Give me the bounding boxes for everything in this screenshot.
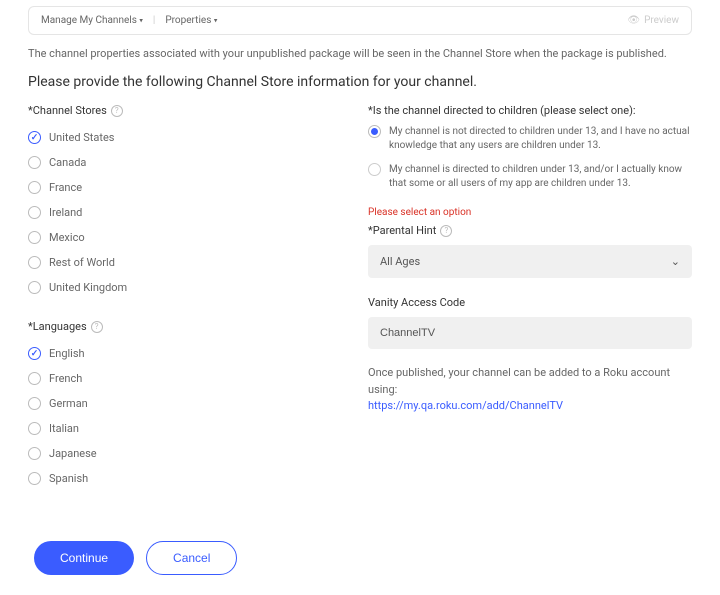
cancel-button[interactable]: Cancel	[146, 541, 237, 575]
help-icon[interactable]: ?	[91, 321, 103, 333]
option-label: Ireland	[49, 206, 82, 219]
language-option[interactable]: Japanese	[28, 441, 328, 466]
children-question-label: *Is the channel directed to children (pl…	[368, 104, 692, 117]
channel-stores-list: United States Canada France Ireland Mexico Re…	[28, 125, 328, 300]
language-option[interactable]: Spanish	[28, 466, 328, 491]
checkbox-icon	[28, 206, 41, 219]
checkbox-icon	[28, 181, 41, 194]
vanity-code-input[interactable]	[368, 317, 692, 349]
parental-hint-select[interactable]: All Ages ⌄	[368, 245, 692, 278]
option-label: English	[49, 347, 85, 360]
option-label: Spanish	[49, 472, 88, 485]
publish-help-text: Once published, your channel can be adde…	[368, 365, 692, 415]
vanity-code-label: Vanity Access Code	[368, 296, 692, 309]
option-description: My channel is directed to children under…	[389, 163, 692, 191]
option-label: Canada	[49, 156, 86, 169]
radio-icon	[368, 163, 381, 176]
store-option[interactable]: United Kingdom	[28, 275, 328, 300]
page-heading: Please provide the following Channel Sto…	[28, 74, 692, 90]
language-option[interactable]: French	[28, 366, 328, 391]
option-label: German	[49, 397, 88, 410]
children-options: My channel is not directed to children u…	[368, 125, 692, 191]
chevron-down-icon: ⌄	[671, 255, 680, 268]
continue-button[interactable]: Continue	[34, 541, 134, 575]
checkbox-icon	[28, 347, 41, 360]
checkbox-icon	[28, 397, 41, 410]
publish-url-link[interactable]: https://my.qa.roku.com/add/ChannelTV	[368, 399, 563, 412]
language-option[interactable]: Italian	[28, 416, 328, 441]
intro-text: The channel properties associated with y…	[28, 47, 692, 60]
language-option[interactable]: English	[28, 341, 328, 366]
checkbox-icon	[28, 156, 41, 169]
checkbox-icon	[28, 131, 41, 144]
checkbox-icon	[28, 447, 41, 460]
option-label: United States	[49, 131, 114, 144]
channel-stores-label: *Channel Stores ?	[28, 104, 328, 117]
breadcrumb: Manage My Channels ▾ | Properties ▾ 👁 Pr…	[28, 6, 692, 35]
store-option[interactable]: France	[28, 175, 328, 200]
store-option[interactable]: United States	[28, 125, 328, 150]
option-label: Italian	[49, 422, 79, 435]
checkbox-icon	[28, 472, 41, 485]
language-option[interactable]: German	[28, 391, 328, 416]
help-icon[interactable]: ?	[440, 225, 452, 237]
store-option[interactable]: Rest of World	[28, 250, 328, 275]
preview-link[interactable]: 👁 Preview	[627, 15, 679, 26]
languages-list: English French German Italian Japanese Spanis…	[28, 341, 328, 491]
option-description: My channel is not directed to children u…	[389, 125, 692, 153]
checkbox-icon	[28, 372, 41, 385]
help-icon[interactable]: ?	[111, 105, 123, 117]
option-label: Mexico	[49, 231, 85, 244]
breadcrumb-manage[interactable]: Manage My Channels ▾	[41, 15, 143, 26]
checkbox-icon	[28, 281, 41, 294]
option-label: France	[49, 181, 82, 194]
parental-hint-label: *Parental Hint ?	[368, 224, 692, 237]
breadcrumb-properties[interactable]: Properties ▾	[165, 15, 217, 26]
checkbox-icon	[28, 422, 41, 435]
store-option[interactable]: Ireland	[28, 200, 328, 225]
chevron-down-icon: ▾	[139, 16, 143, 24]
children-option[interactable]: My channel is directed to children under…	[368, 163, 692, 191]
store-option[interactable]: Mexico	[28, 225, 328, 250]
breadcrumb-divider: |	[153, 15, 155, 26]
option-label: French	[49, 372, 82, 385]
languages-label: *Languages ?	[28, 320, 328, 333]
option-label: Japanese	[49, 447, 97, 460]
store-option[interactable]: Canada	[28, 150, 328, 175]
radio-icon	[368, 125, 381, 138]
checkbox-icon	[28, 231, 41, 244]
chevron-down-icon: ▾	[214, 16, 218, 24]
option-label: Rest of World	[49, 256, 115, 269]
option-label: United Kingdom	[49, 281, 127, 294]
error-message: Please select an option	[368, 207, 692, 218]
eye-icon: 👁	[627, 15, 640, 26]
checkbox-icon	[28, 256, 41, 269]
children-option[interactable]: My channel is not directed to children u…	[368, 125, 692, 153]
